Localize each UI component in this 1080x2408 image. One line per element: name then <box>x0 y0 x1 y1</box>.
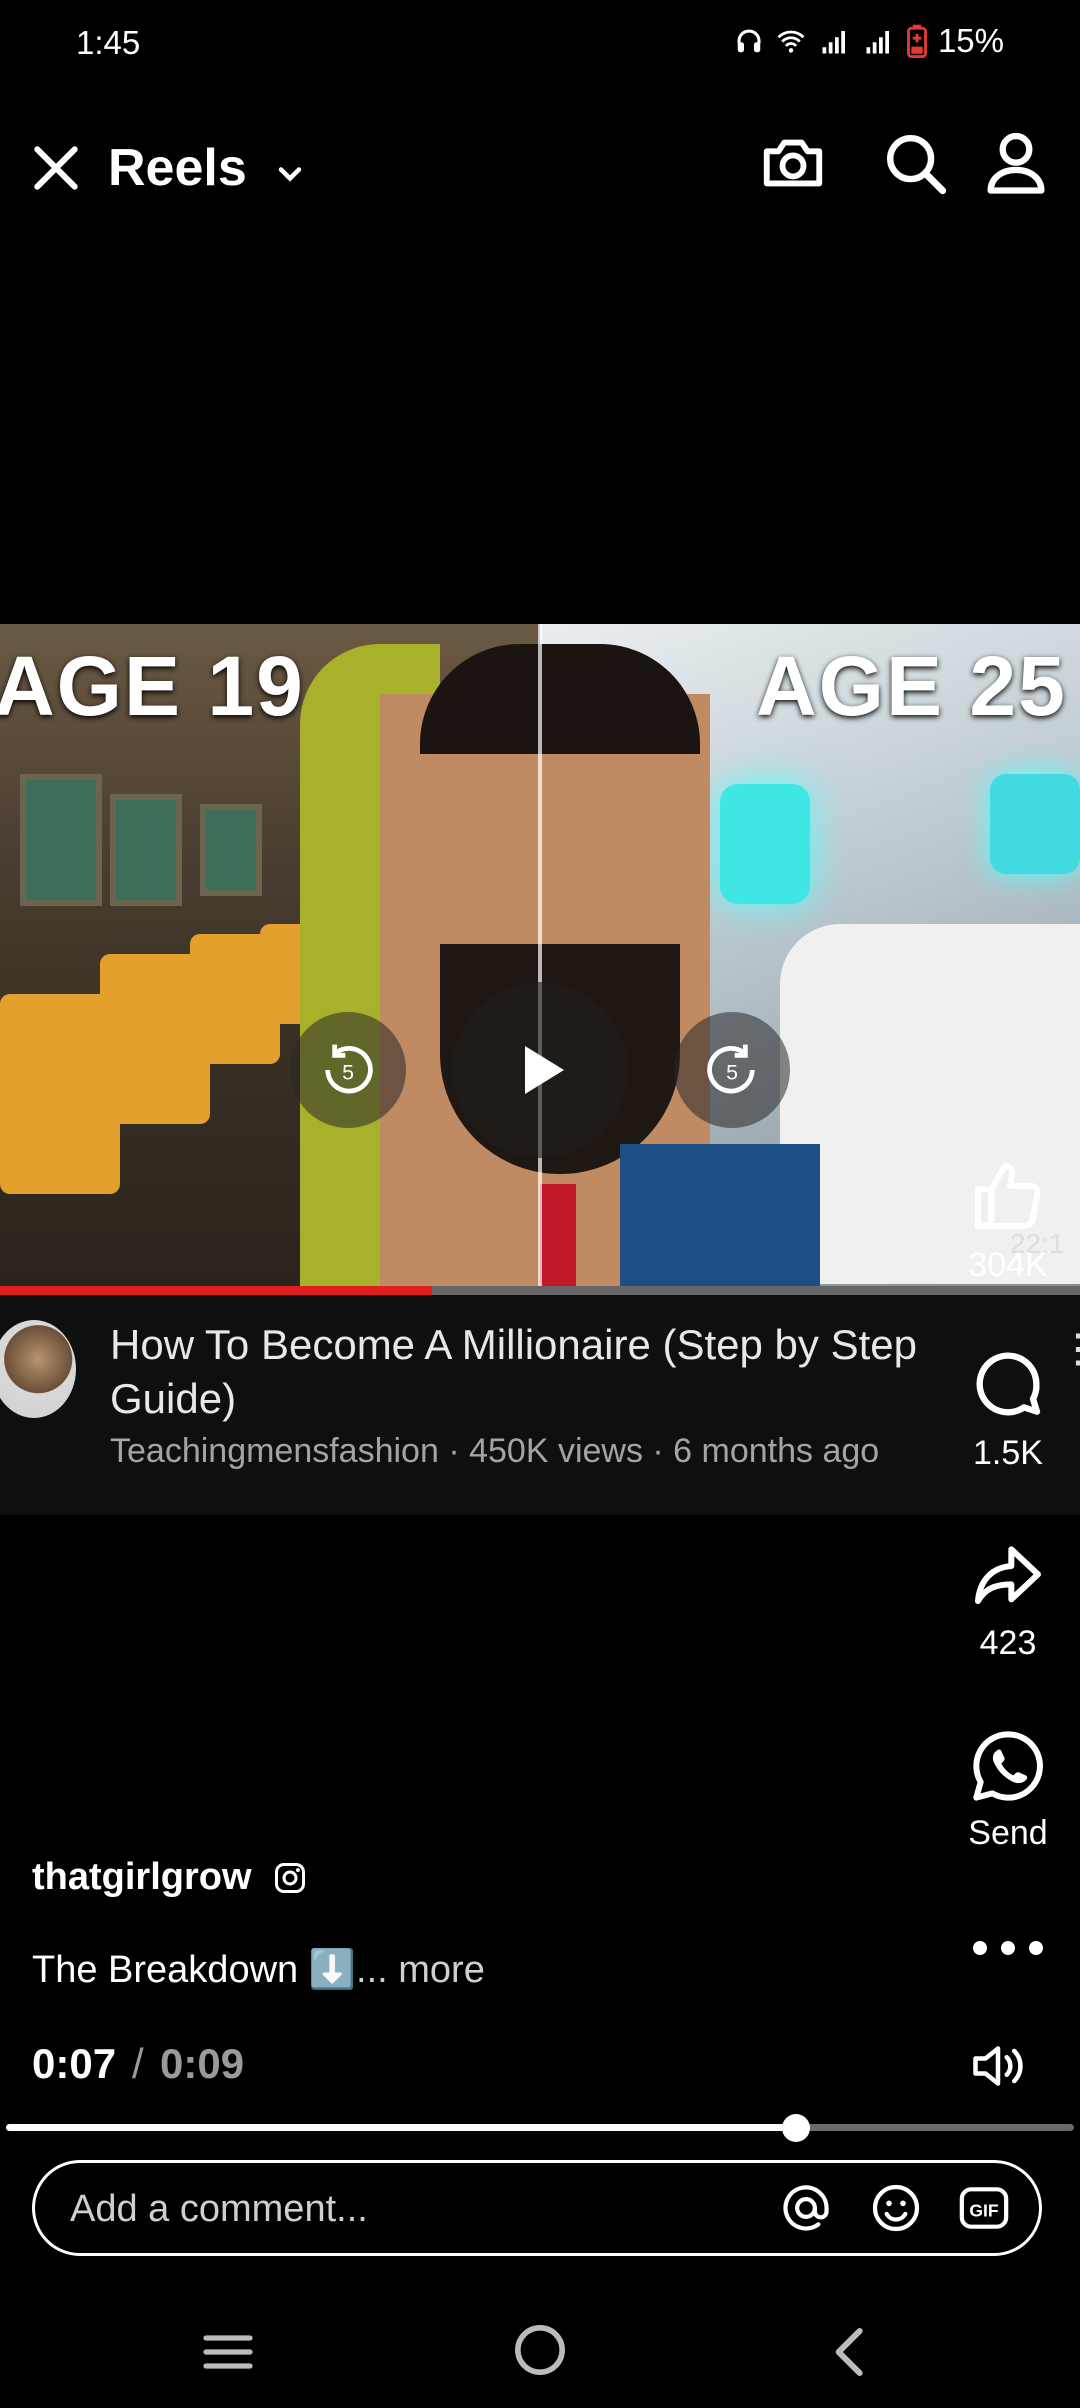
share-icon[interactable] <box>968 1536 1048 1616</box>
signal-icon <box>822 31 845 54</box>
video-progress-fill <box>0 1286 432 1295</box>
mention-icon[interactable] <box>778 2180 834 2236</box>
camera-icon[interactable] <box>758 128 828 198</box>
wifi-icon <box>777 30 805 53</box>
kebab-menu-icon[interactable]: ⋮ <box>1058 1326 1080 1372</box>
video-thumbnail[interactable]: AGE 19 AGE 25 <box>0 624 1080 1286</box>
rewind-5-button[interactable]: 5 <box>290 1012 406 1128</box>
share-count: 423 <box>979 1624 1037 1662</box>
play-icon <box>525 1046 564 1094</box>
more-options-icon[interactable] <box>968 1928 1048 1968</box>
recent-apps-icon[interactable] <box>202 2328 254 2376</box>
comment-count: 1.5K <box>973 1434 1043 1472</box>
page-title[interactable]: Reels <box>108 138 247 198</box>
forward-icon: 5 <box>707 1044 755 1094</box>
caption[interactable]: The Breakdown ⬇️... more <box>32 1948 485 1992</box>
close-icon[interactable] <box>28 140 84 196</box>
chevron-down-icon[interactable] <box>272 156 308 192</box>
like-count: 304K <box>968 1246 1048 1284</box>
username[interactable]: thatgirlgrow <box>32 1856 252 1899</box>
battery-percent: 15% <box>937 22 1004 59</box>
headphones-icon <box>737 29 761 53</box>
signal-icon-2 <box>866 31 889 54</box>
time-total: 0:09 <box>160 2040 245 2087</box>
svg-text:GIF: GIF <box>969 2200 998 2220</box>
age-right-label: AGE 25 <box>756 639 1067 733</box>
whatsapp-icon[interactable] <box>968 1726 1048 1806</box>
seek-fill <box>6 2124 796 2131</box>
like-icon[interactable] <box>968 1156 1048 1236</box>
caption-text: The Breakdown ⬇️ <box>32 1949 357 1991</box>
send-label: Send <box>968 1814 1048 1852</box>
comment-input[interactable]: Add a comment... <box>70 2188 368 2231</box>
instagram-icon <box>275 1863 305 1893</box>
time-current: 0:07 <box>32 2040 117 2087</box>
rewind-icon: 5 <box>325 1044 373 1094</box>
forward-5-button[interactable]: 5 <box>674 1012 790 1128</box>
gif-icon[interactable]: GIF <box>956 2180 1012 2236</box>
comment-icon[interactable] <box>968 1344 1048 1424</box>
video-title[interactable]: How To Become A Millionaire (Step by Ste… <box>110 1318 990 1426</box>
profile-icon[interactable] <box>978 124 1054 200</box>
time-separator: / <box>132 2040 144 2087</box>
age-left-label: AGE 19 <box>0 639 305 733</box>
forward-seconds: 5 <box>726 1060 738 1084</box>
back-icon[interactable] <box>828 2324 868 2380</box>
caption-more-link[interactable]: ... more <box>356 1949 485 1991</box>
rewind-seconds: 5 <box>342 1060 354 1084</box>
home-icon[interactable] <box>512 2322 568 2378</box>
status-time: 1:45 <box>76 24 141 61</box>
seek-thumb[interactable] <box>782 2114 810 2142</box>
status-icons: 15% <box>734 22 1004 60</box>
play-button[interactable] <box>452 982 628 1158</box>
search-icon[interactable] <box>880 128 950 198</box>
video-progress-track <box>432 1286 1080 1295</box>
volume-icon[interactable] <box>968 2036 1028 2096</box>
battery-icon <box>907 24 927 58</box>
video-meta: Teachingmensfashion · 450K views · 6 mon… <box>110 1432 880 1470</box>
emoji-icon[interactable] <box>868 2180 924 2236</box>
